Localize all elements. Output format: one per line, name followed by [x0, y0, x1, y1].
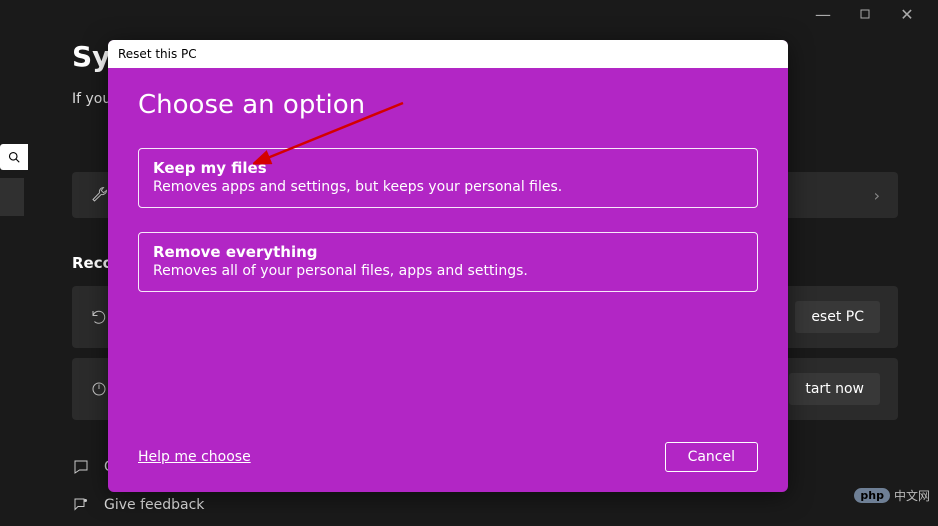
option-desc: Removes all of your personal files, apps…: [153, 263, 743, 279]
window-title-bar: — ✕: [0, 0, 938, 28]
chat-icon: [72, 458, 90, 476]
watermark: php 中文网: [854, 487, 930, 504]
dialog-heading: Choose an option: [138, 90, 758, 120]
wrench-icon: [90, 186, 108, 204]
reset-icon: [90, 308, 108, 326]
reset-pc-button[interactable]: eset PC: [795, 301, 880, 333]
feedback-icon: [72, 496, 90, 514]
dialog-titlebar: Reset this PC: [108, 40, 788, 68]
give-feedback-link[interactable]: Give feedback: [72, 496, 204, 514]
help-me-choose-link[interactable]: Help me choose: [138, 449, 251, 465]
option-keep-my-files[interactable]: Keep my files Removes apps and settings,…: [138, 148, 758, 208]
give-feedback-label: Give feedback: [104, 497, 204, 513]
option-title: Remove everything: [153, 243, 743, 261]
watermark-text: 中文网: [894, 487, 930, 504]
cancel-button[interactable]: Cancel: [665, 442, 758, 472]
minimize-icon[interactable]: —: [816, 7, 830, 21]
php-logo: php: [854, 488, 890, 503]
chevron-right-icon: ›: [874, 186, 880, 205]
option-title: Keep my files: [153, 159, 743, 177]
maximize-icon[interactable]: [858, 7, 872, 21]
option-remove-everything[interactable]: Remove everything Removes all of your pe…: [138, 232, 758, 292]
restart-now-button[interactable]: tart now: [789, 373, 880, 405]
close-icon[interactable]: ✕: [900, 7, 914, 21]
search-button[interactable]: [0, 144, 28, 170]
option-desc: Removes apps and settings, but keeps you…: [153, 179, 743, 195]
power-gear-icon: [90, 380, 108, 398]
nav-indicator: [0, 178, 24, 216]
reset-pc-dialog: Reset this PC Choose an option Keep my f…: [108, 40, 788, 492]
